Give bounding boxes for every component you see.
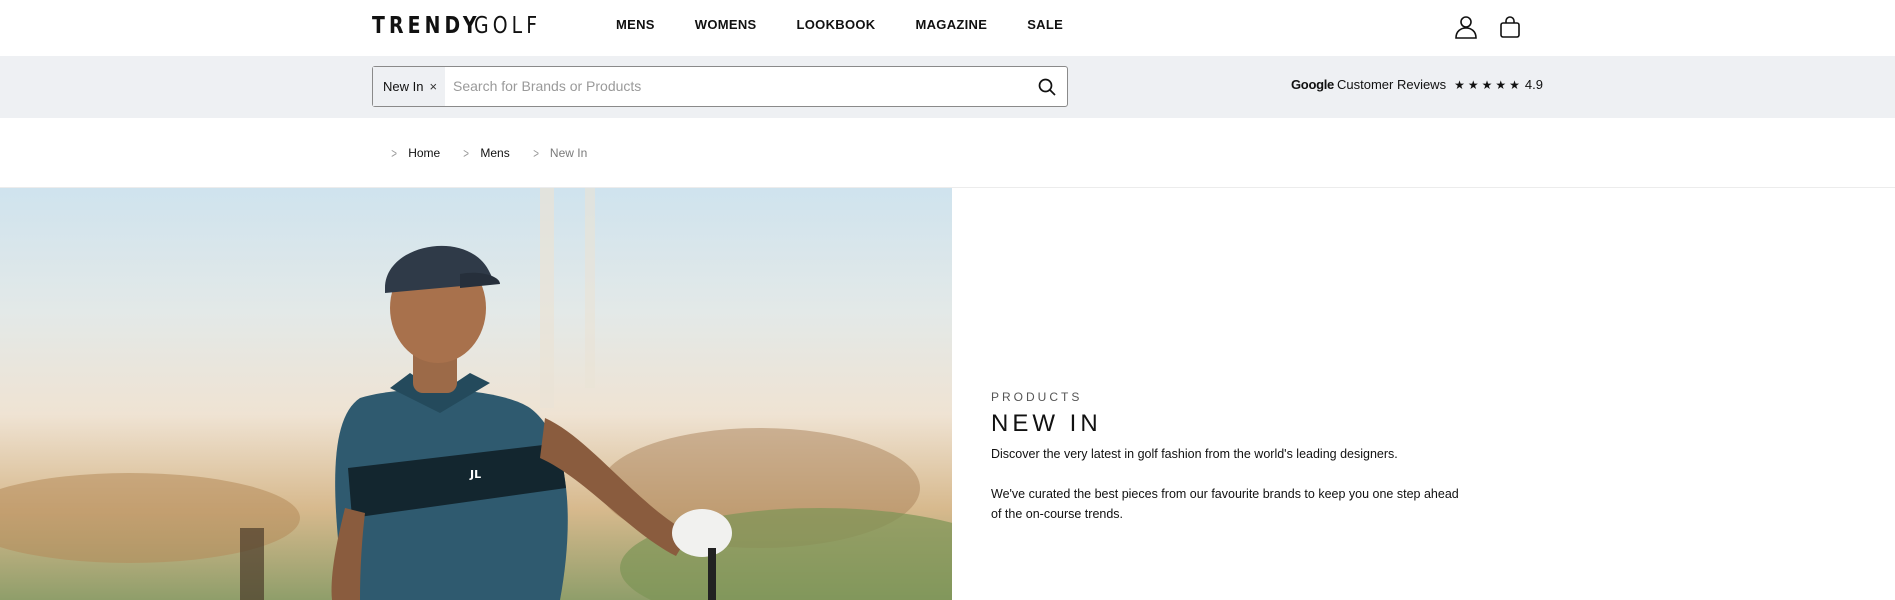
reviews-label: Customer Reviews [1336,77,1447,92]
hero-description-2: We've curated the best pieces from our f… [991,487,1459,521]
search-box: New In × [372,66,1068,107]
main-nav: MENS WOMENS LOOKBOOK MAGAZINE SALE [616,17,1103,32]
chevron-right-icon: > [463,145,470,161]
chevron-right-icon: > [391,145,397,161]
bag-icon[interactable] [1497,14,1523,40]
hero-copy: PRODUCTS NEW IN Discover the very latest… [991,390,1511,524]
chip-label: New In [383,79,424,94]
chevron-right-icon: > [532,145,539,161]
search-input[interactable] [453,75,1013,97]
close-icon[interactable]: × [429,79,437,94]
nav-lookbook[interactable]: LOOKBOOK [797,17,876,32]
hero-image: JL [0,188,952,600]
search-icon[interactable] [1037,77,1057,97]
reviews-rating: 4.9 [1524,77,1543,92]
search-band: New In × Google Customer Reviews ★★★★★ 4… [0,56,1895,118]
site-header: TRENDY GOLF MENS WOMENS LOOKBOOK MAGAZIN… [0,0,1895,56]
breadcrumb-new-in: > New In [532,145,588,161]
nav-womens[interactable]: WOMENS [695,17,757,32]
star-icon: ★★★★★ [1454,77,1523,92]
nav-mens[interactable]: MENS [616,17,655,32]
filter-chip-new-in: New In × [373,67,445,106]
logo-golf: GOLF [474,13,542,39]
google-logo: Google [1291,77,1334,92]
google-reviews[interactable]: Google Customer Reviews ★★★★★ 4.9 [1291,77,1543,92]
breadcrumb-home[interactable]: > Home [390,145,440,161]
nav-magazine[interactable]: MAGAZINE [915,17,987,32]
hero-description: Discover the very latest in golf fashion… [991,447,1398,461]
svg-text:JL: JL [469,468,481,481]
user-icon[interactable] [1453,14,1479,40]
page-title: NEW IN [991,410,1102,437]
hero-eyebrow: PRODUCTS [991,390,1083,404]
breadcrumb-mens[interactable]: > Mens [462,145,509,161]
breadcrumb: > Home > Mens > New In [390,145,609,161]
logo-trendy: TRENDY [372,13,481,39]
trendygolf-logo[interactable]: TRENDY GOLF [372,13,556,39]
nav-sale[interactable]: SALE [1027,17,1063,32]
